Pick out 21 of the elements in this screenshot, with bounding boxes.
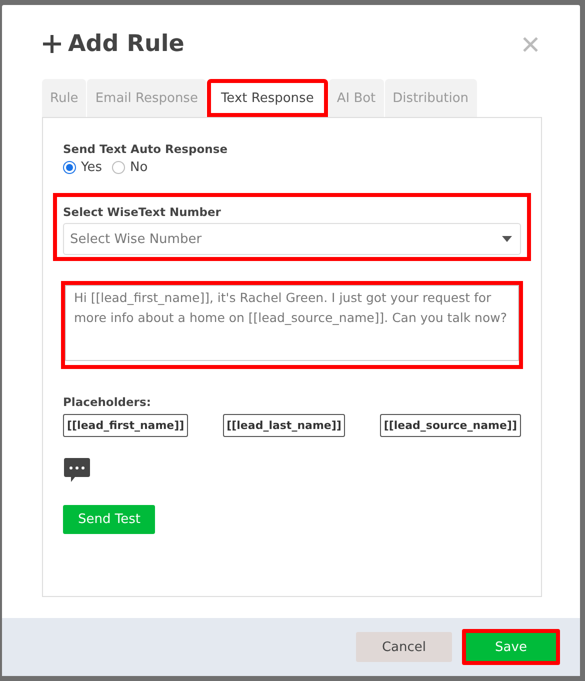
plus-icon — [42, 34, 62, 54]
tab[interactable]: Rule — [42, 79, 86, 117]
tab[interactable]: AI Bot — [328, 79, 384, 117]
placeholder-chip[interactable]: [[lead_source_name]] — [380, 414, 521, 437]
radio-option[interactable]: No — [112, 160, 148, 175]
save-button[interactable]: Save — [462, 629, 560, 665]
radio-option[interactable]: Yes — [63, 160, 102, 175]
placeholder-chip[interactable]: [[lead_first_name]] — [63, 414, 188, 437]
dialog-title: Add Rule — [68, 31, 184, 57]
tab[interactable]: Text Response — [206, 79, 328, 117]
field-label: Placeholders: — [63, 395, 151, 409]
send-test-button[interactable]: Send Test — [63, 505, 156, 534]
tab[interactable]: Email Response — [87, 79, 206, 117]
message-field[interactable]: Hi [[lead_first_name]], it's Rachel Green. I just got your request for more info about a home on [[lead_source_name]]. Can you talk now? — [65, 285, 519, 361]
cancel-button[interactable]: Cancel — [356, 632, 452, 662]
caret-icon — [502, 236, 512, 242]
number-select[interactable]: Select Wise Number — [63, 223, 521, 255]
field-label: Send Text Auto Response — [63, 142, 228, 156]
placeholder-chip[interactable]: [[lead_last_name]] — [222, 414, 346, 437]
field-label: Select WiseText Number — [63, 205, 221, 219]
tab[interactable]: Distribution — [384, 79, 477, 117]
